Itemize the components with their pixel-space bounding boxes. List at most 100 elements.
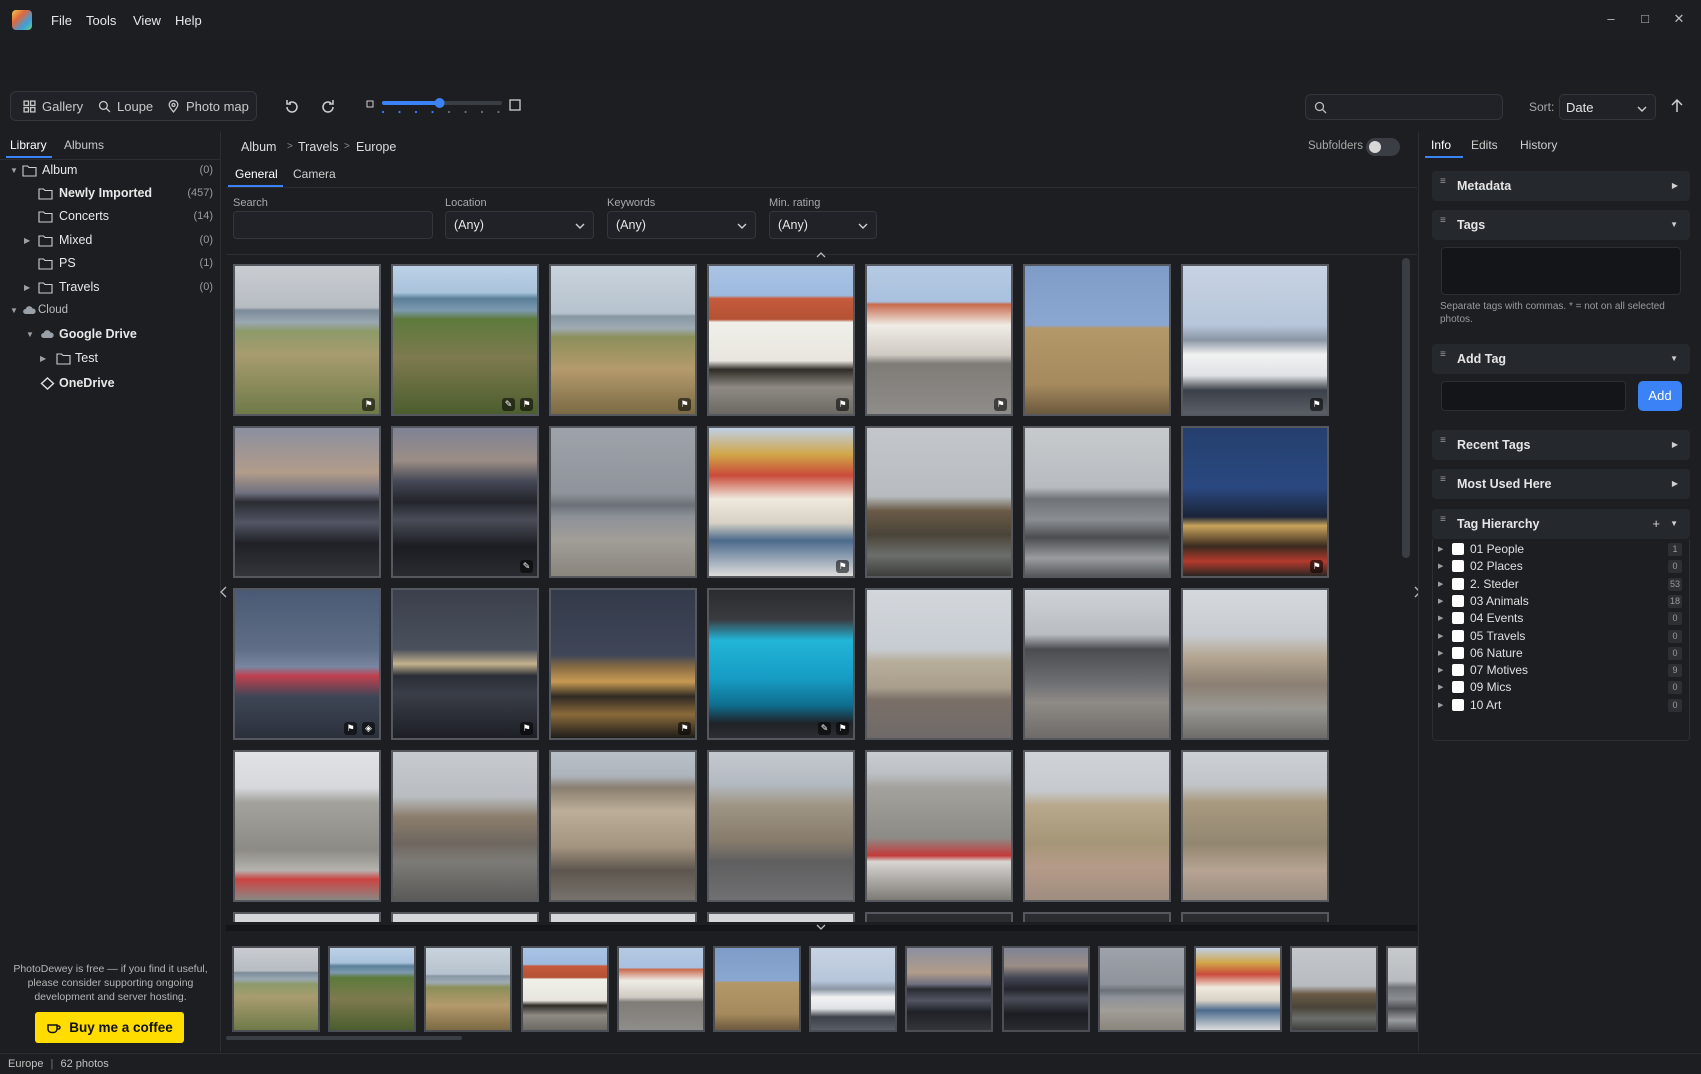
tree-item-mixed[interactable]: ▶ Mixed (0) [0, 229, 221, 251]
most-used-section-header[interactable]: ≡ Most Used Here ▶ [1432, 469, 1690, 499]
photo-thumbnail[interactable]: ⚑ ✎ [707, 588, 855, 740]
photo-thumbnail[interactable]: ◈ ⚑ [233, 588, 381, 740]
breadcrumb-europe[interactable]: Europe [356, 140, 396, 154]
loupe-view-button[interactable]: Loupe [98, 92, 153, 120]
expanded-arrow-icon[interactable]: ▼ [10, 306, 18, 315]
tag-checkbox[interactable] [1452, 681, 1464, 694]
photo-thumbnail[interactable] [707, 750, 855, 902]
photo-thumbnail[interactable] [1023, 264, 1171, 416]
collapsed-arrow-icon[interactable]: ▶ [1438, 701, 1443, 709]
tag-checkbox[interactable] [1452, 612, 1464, 625]
tag-checkbox[interactable] [1452, 560, 1464, 573]
photo-thumbnail[interactable] [865, 750, 1013, 902]
filmstrip-thumbnail[interactable] [713, 946, 801, 1032]
expanded-arrow-icon[interactable]: ▼ [10, 166, 18, 175]
photo-thumbnail[interactable] [1181, 588, 1329, 740]
filmstrip-thumbnail[interactable] [232, 946, 320, 1032]
tree-item-test[interactable]: ▶ Test [0, 347, 221, 369]
tag-checkbox[interactable] [1452, 646, 1464, 659]
tag-hierarchy-section-header[interactable]: ≡ Tag Hierarchy + ▼ [1432, 509, 1690, 539]
filmstrip-thumbnail[interactable] [328, 946, 417, 1032]
add-hierarchy-icon[interactable]: + [1652, 516, 1660, 531]
photo-thumbnail[interactable]: ⚑ [549, 264, 697, 416]
filmstrip-thumbnail[interactable] [616, 946, 705, 1032]
tree-item-travels[interactable]: ▶ Travels (0) [0, 276, 221, 298]
tree-item-onedrive[interactable]: OneDrive [0, 372, 221, 394]
collapsed-arrow-icon[interactable]: ▶ [1438, 632, 1443, 640]
tab-edits[interactable]: Edits [1471, 138, 1498, 152]
tag-checkbox[interactable] [1452, 577, 1464, 590]
location-select[interactable]: (Any) [445, 211, 594, 239]
slider-knob[interactable] [434, 98, 445, 108]
collapsed-arrow-icon[interactable]: ▶ [24, 236, 30, 245]
photo-thumbnail[interactable]: ⚑ [707, 426, 855, 578]
tree-item-newly-imported[interactable]: Newly Imported (457) [0, 182, 221, 204]
drag-handle-icon[interactable]: ≡ [1440, 515, 1448, 525]
filmstrip-thumbnail[interactable] [905, 946, 994, 1032]
photo-thumbnail[interactable]: ✎ [391, 426, 539, 578]
photo-thumbnail[interactable] [233, 426, 381, 578]
tab-general[interactable]: General [235, 167, 278, 181]
photo-thumbnail[interactable] [549, 426, 697, 578]
collapsed-arrow-icon[interactable]: ▶ [24, 283, 30, 292]
photo-thumbnail[interactable] [1023, 912, 1171, 922]
tag-checkbox[interactable] [1452, 698, 1464, 711]
sort-direction-icon[interactable] [1670, 98, 1684, 114]
minimize-icon[interactable]: – [1603, 11, 1619, 27]
menu-tools[interactable]: Tools [86, 13, 116, 28]
gallery-view-button[interactable]: Gallery [23, 92, 83, 120]
photo-thumbnail[interactable]: ⚑ [1181, 264, 1329, 416]
photo-thumbnail[interactable] [1181, 750, 1329, 902]
menu-view[interactable]: View [133, 13, 161, 28]
tab-albums[interactable]: Albums [64, 138, 104, 152]
tab-history[interactable]: History [1520, 138, 1557, 152]
collapse-filters-icon[interactable] [816, 251, 826, 258]
breadcrumb-album[interactable]: Album [241, 140, 276, 154]
drag-handle-icon[interactable]: ≡ [1440, 436, 1448, 446]
photo-thumbnail[interactable]: ⚑ [391, 588, 539, 740]
search-input[interactable] [1305, 94, 1503, 120]
tag-hierarchy-item[interactable]: ▶ 03 Animals 18 [1438, 594, 1682, 611]
tag-hierarchy-item[interactable]: ▶ 04 Events 0 [1438, 611, 1682, 628]
tags-section-header[interactable]: ≡ Tags ▼ [1432, 210, 1690, 240]
collapsed-arrow-icon[interactable]: ▶ [40, 354, 46, 363]
drag-handle-icon[interactable]: ≡ [1440, 177, 1448, 187]
rating-select[interactable]: (Any) [769, 211, 877, 239]
photo-thumbnail[interactable]: ⚑ [865, 264, 1013, 416]
collapsed-arrow-icon[interactable]: ▶ [1438, 545, 1443, 553]
filmstrip-scrollbar[interactable] [226, 1036, 462, 1040]
collapse-left-panel-icon[interactable] [220, 586, 227, 598]
rotate-left-icon[interactable] [283, 98, 301, 116]
close-icon[interactable]: ✕ [1671, 11, 1687, 27]
photo-thumbnail[interactable] [391, 750, 539, 902]
tag-checkbox[interactable] [1452, 594, 1464, 607]
filmstrip-thumbnail[interactable] [1386, 946, 1419, 1032]
subfolders-toggle[interactable] [1366, 138, 1400, 156]
photo-thumbnail[interactable] [865, 588, 1013, 740]
tag-checkbox[interactable] [1452, 664, 1464, 677]
search-filter-input[interactable] [233, 211, 433, 239]
filmstrip-thumbnail[interactable] [1001, 946, 1090, 1032]
tag-checkbox[interactable] [1452, 543, 1464, 555]
breadcrumb-travels[interactable]: Travels [298, 140, 339, 154]
collapsed-arrow-icon[interactable]: ▶ [1438, 580, 1443, 588]
tag-hierarchy-item[interactable]: ▶ 02 Places 0 [1438, 559, 1682, 576]
photo-thumbnail[interactable]: ⚑ [549, 588, 697, 740]
tag-hierarchy-item[interactable]: ▶ 06 Nature 0 [1438, 646, 1682, 663]
photo-thumbnail[interactable] [391, 912, 539, 922]
tree-item-album[interactable]: ▼ Album (0) [0, 159, 221, 181]
photo-thumbnail[interactable] [707, 912, 855, 922]
photo-thumbnail[interactable] [865, 426, 1013, 578]
drag-handle-icon[interactable]: ≡ [1440, 350, 1448, 360]
tag-hierarchy-item[interactable]: ▶ 05 Travels 0 [1438, 629, 1682, 646]
filmstrip-thumbnail[interactable] [1290, 946, 1379, 1032]
buy-coffee-button[interactable]: Buy me a coffee [35, 1012, 184, 1043]
drag-handle-icon[interactable]: ≡ [1440, 216, 1448, 226]
sort-select[interactable]: Date [1559, 94, 1656, 120]
tab-info[interactable]: Info [1431, 138, 1451, 152]
photo-thumbnail[interactable] [233, 750, 381, 902]
tag-hierarchy-item[interactable]: ▶ 07 Motives 9 [1438, 663, 1682, 680]
menu-help[interactable]: Help [175, 13, 202, 28]
tree-item-google-drive[interactable]: ▼ Google Drive [0, 323, 221, 345]
thumbnail-size-slider[interactable] [380, 95, 504, 117]
